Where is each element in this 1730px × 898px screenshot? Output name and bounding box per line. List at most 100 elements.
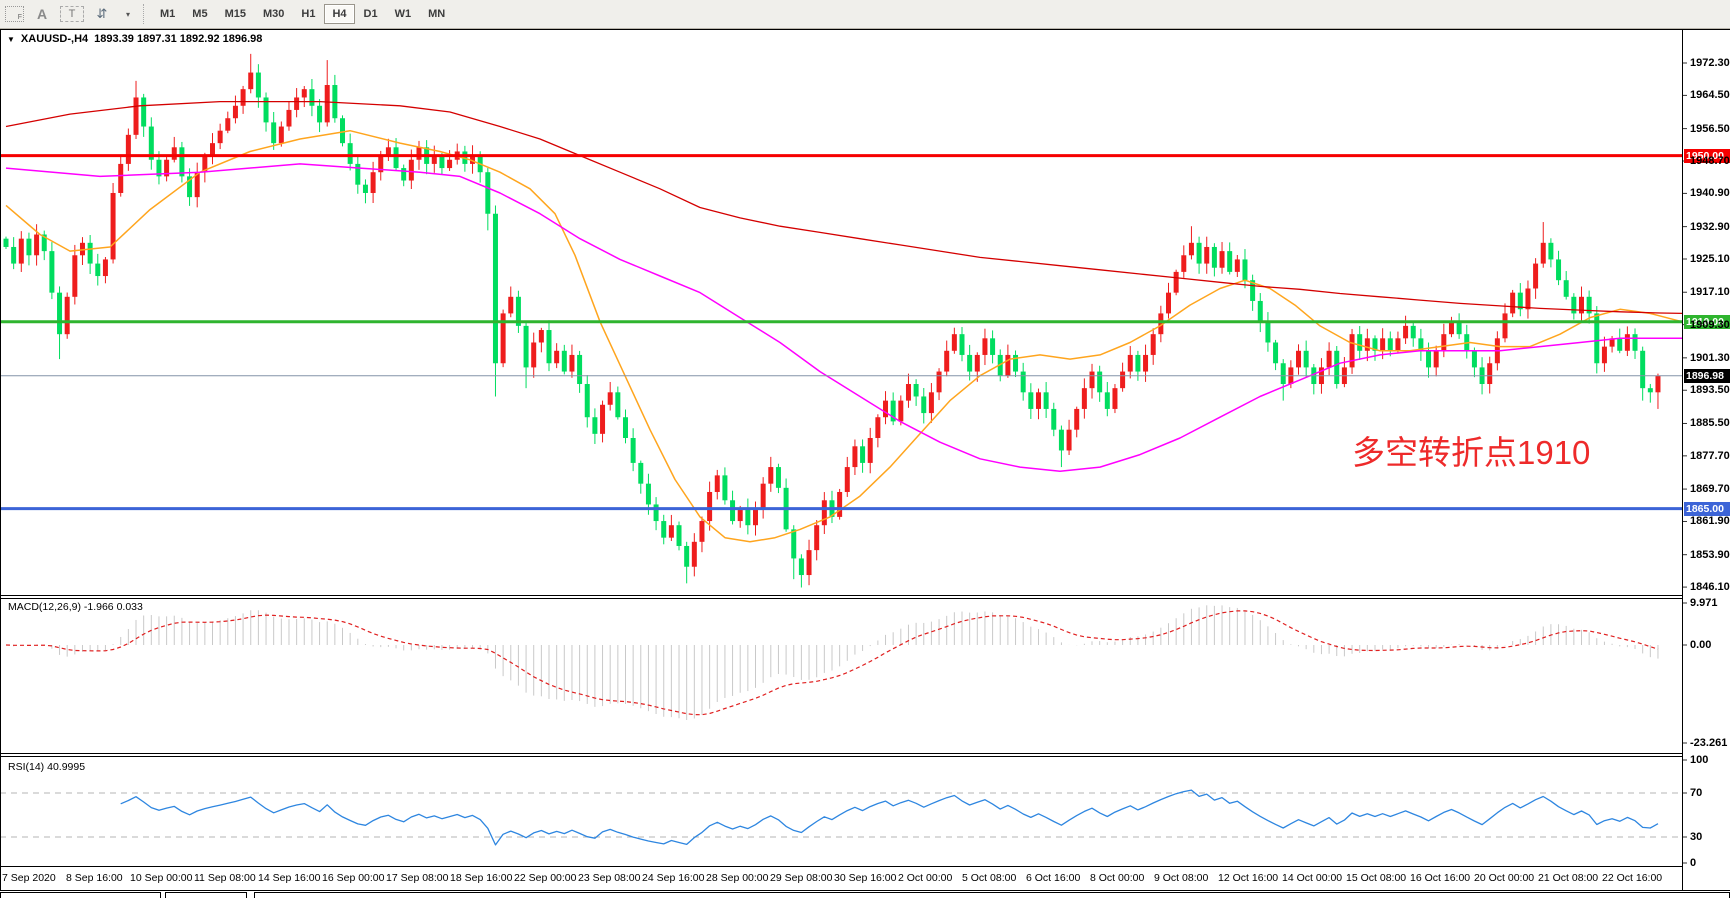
docked-panel-edge[interactable] [0, 892, 161, 898]
font-icon[interactable]: A [34, 5, 50, 23]
macd-scale-0.00: 0.00 [1690, 638, 1711, 652]
candle [1273, 342, 1278, 363]
candle [95, 264, 100, 276]
candle [26, 239, 31, 256]
candle [218, 131, 223, 143]
date-label-6: 17 Sep 08:00 [386, 872, 448, 884]
candle [325, 85, 330, 122]
candle [577, 355, 582, 384]
candle [1036, 392, 1041, 409]
candle [1051, 409, 1056, 430]
price-tick-1948.70: 1948.70 [1690, 154, 1730, 168]
date-label-15: 5 Oct 08:00 [962, 872, 1016, 884]
toolbar: FAT ⇵ ▾ M1M5M15M30H1H4D1W1MN [0, 0, 1730, 29]
candle [1487, 363, 1492, 384]
date-label-17: 8 Oct 00:00 [1090, 872, 1144, 884]
candle [814, 525, 819, 550]
candle [1533, 264, 1538, 289]
ma-mid-magenta [6, 164, 1682, 471]
price-tick-1885.50: 1885.50 [1690, 416, 1730, 430]
candle [1556, 259, 1561, 280]
grid-f-icon[interactable]: F [5, 6, 24, 22]
candle [990, 338, 995, 355]
candle [241, 89, 246, 106]
candle [1541, 243, 1546, 264]
rsi-value: 40.9995 [47, 761, 85, 773]
candle [1633, 334, 1638, 351]
candle [19, 239, 24, 264]
candle [1242, 259, 1247, 280]
candle [1327, 351, 1332, 368]
candle [256, 73, 261, 98]
timeframe-button-m5[interactable]: M5 [184, 4, 215, 24]
macd-indicator-label: MACD(12,26,9) -1.966 0.033 [8, 601, 143, 613]
candle [401, 168, 406, 180]
timeframe-button-w1[interactable]: W1 [387, 4, 420, 24]
candle [654, 504, 659, 521]
candle [118, 164, 123, 193]
arrows-icon[interactable]: ⇵ [94, 5, 110, 23]
timeframe-button-mn[interactable]: MN [420, 4, 453, 24]
price-tick-1940.90: 1940.90 [1690, 186, 1730, 200]
docked-panel-edge[interactable] [165, 892, 247, 898]
macd-name: MACD(12,26,9) [8, 601, 81, 613]
timeframe-button-h1[interactable]: H1 [293, 4, 323, 24]
candle [1472, 351, 1477, 368]
candle [1265, 322, 1270, 343]
candle [1334, 351, 1339, 384]
candle [72, 255, 77, 297]
timeframe-button-d1[interactable]: D1 [356, 4, 386, 24]
candle [661, 521, 666, 538]
candle [1304, 351, 1309, 368]
timeframe-button-m1[interactable]: M1 [152, 4, 183, 24]
price-tick-1877.70: 1877.70 [1690, 449, 1730, 463]
timeframe-button-h4[interactable]: H4 [324, 4, 354, 24]
candle [1166, 293, 1171, 314]
date-label-3: 11 Sep 08:00 [194, 872, 256, 884]
candle [363, 185, 368, 193]
docked-panel-edge[interactable] [254, 892, 1730, 898]
candle [1457, 322, 1462, 334]
candle [753, 509, 758, 526]
candle [1082, 388, 1087, 409]
candle [1388, 338, 1393, 350]
candle [1120, 372, 1125, 389]
symbol-label: XAUUSD-,H4 [21, 33, 88, 45]
caret-icon[interactable]: ▾ [120, 5, 136, 23]
candle [317, 106, 322, 123]
candle [631, 438, 636, 463]
price-tick-1964.50: 1964.50 [1690, 88, 1730, 102]
candle [332, 85, 337, 118]
candle [1640, 351, 1645, 388]
toolbar-separator [143, 4, 145, 24]
candle [699, 521, 704, 542]
candle [562, 351, 567, 372]
candle [1625, 334, 1630, 351]
collapse-arrow-icon[interactable]: ▼ [7, 35, 15, 44]
price-tick-1893.50: 1893.50 [1690, 383, 1730, 397]
candle [172, 147, 177, 159]
candle [776, 467, 781, 488]
candle [294, 97, 299, 109]
candle [1112, 388, 1117, 409]
rsi-indicator-label: RSI(14) 40.9995 [8, 761, 85, 773]
candle [585, 384, 590, 417]
candle [1380, 338, 1385, 350]
text-label-icon[interactable]: T [60, 6, 84, 22]
candle [929, 392, 934, 413]
candle [394, 147, 399, 168]
candle [1135, 355, 1140, 372]
candle [761, 484, 766, 509]
timeframe-button-m30[interactable]: M30 [255, 4, 292, 24]
rsi-name: RSI(14) [8, 761, 44, 773]
candle [883, 401, 888, 418]
date-label-11: 28 Sep 00:00 [706, 872, 768, 884]
candle [837, 492, 842, 517]
candle [409, 160, 414, 181]
rsi-scale-0: 0 [1690, 856, 1696, 870]
candle [1197, 243, 1202, 264]
price-tick-1861.90: 1861.90 [1690, 514, 1730, 528]
candle [416, 147, 421, 159]
candle [508, 297, 513, 314]
timeframe-button-m15[interactable]: M15 [217, 4, 254, 24]
